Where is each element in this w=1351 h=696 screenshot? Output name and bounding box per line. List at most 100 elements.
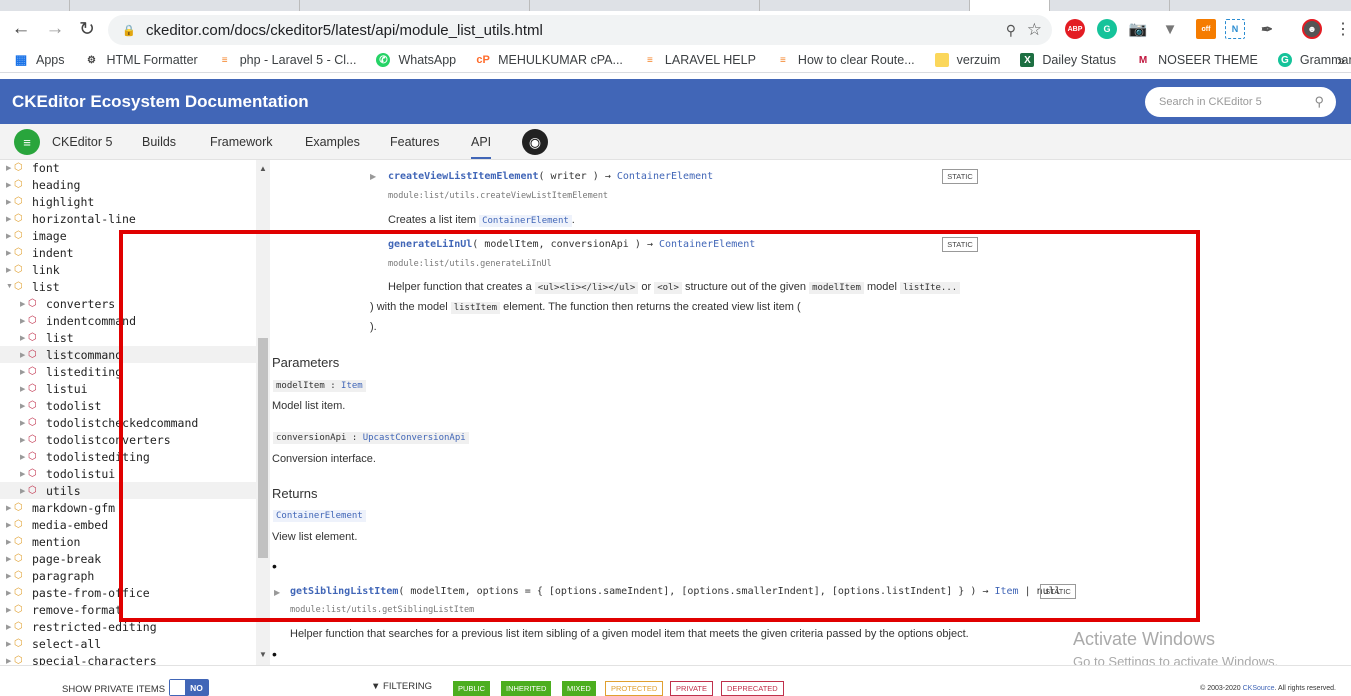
reload-icon[interactable]: ↻ xyxy=(74,16,100,42)
bookmark-clear-route[interactable]: ≡ How to clear Route... xyxy=(776,53,915,67)
vue-devtools-icon[interactable]: ▼ xyxy=(1160,19,1180,39)
expand-icon[interactable]: ▶ xyxy=(6,640,14,648)
sidebar-item[interactable]: ▶ ⬡ remove-format xyxy=(0,601,256,618)
search-icon[interactable]: ⚲ xyxy=(1314,94,1324,110)
expand-icon[interactable]: ▶ xyxy=(6,521,14,529)
browser-tab[interactable] xyxy=(70,0,300,11)
expand-icon[interactable]: ▶ xyxy=(20,317,28,325)
scroll-up-icon[interactable]: ▲ xyxy=(259,164,267,173)
bookmark-stackoverflow[interactable]: ≡ php - Laravel 5 - Cl... xyxy=(218,53,357,67)
filter-badge-mixed[interactable]: MIXED xyxy=(562,681,596,696)
cksource-link[interactable]: CKSource xyxy=(1243,685,1275,692)
sidebar-item[interactable]: ▶ ⬡ utils xyxy=(0,482,256,499)
browser-tab[interactable] xyxy=(0,0,70,11)
expand-icon[interactable]: ▶ xyxy=(6,181,14,189)
expand-icon[interactable]: ▶ xyxy=(20,419,28,427)
extension-badge-icon[interactable]: off xyxy=(1196,19,1216,39)
nav-framework[interactable]: Framework xyxy=(210,135,273,149)
sidebar-item[interactable]: ▶ ⬡ markdown-gfm xyxy=(0,499,256,516)
return-type-link[interactable]: Item xyxy=(994,586,1018,597)
expand-icon[interactable]: ▶ xyxy=(6,215,14,223)
expand-icon[interactable]: ▶ xyxy=(20,351,28,359)
sidebar-item[interactable]: ▶ ⬡ paragraph xyxy=(0,567,256,584)
sidebar-item[interactable]: ▶ ⬡ image xyxy=(0,227,256,244)
sidebar-item[interactable]: ▶ ⬡ horizontal-line xyxy=(0,210,256,227)
expand-icon[interactable]: ▶ xyxy=(20,368,28,376)
search-input[interactable]: Search in CKEditor 5 ⚲ xyxy=(1145,87,1336,117)
nav-builds[interactable]: Builds xyxy=(142,135,176,149)
forward-icon[interactable]: → xyxy=(42,16,68,42)
bookmark-noseer-theme[interactable]: M NOSEER THEME xyxy=(1136,53,1258,67)
sidebar-item[interactable]: ▶ ⬡ todolistconverters xyxy=(0,431,256,448)
filter-badge-protected[interactable]: PROTECTED xyxy=(605,681,664,696)
browser-tab[interactable] xyxy=(300,0,530,11)
expand-icon[interactable]: ▶ xyxy=(20,334,28,342)
sidebar-item[interactable]: ▶ ⬡ highlight xyxy=(0,193,256,210)
container-element-link[interactable]: ContainerElement xyxy=(479,215,572,227)
expand-icon[interactable]: ▶ xyxy=(6,623,14,631)
browser-tab[interactable] xyxy=(530,0,760,11)
filter-badge-private[interactable]: PRIVATE xyxy=(670,681,713,696)
bookmark-apps[interactable]: ▦ Apps xyxy=(14,52,65,67)
sidebar-item[interactable]: ▶ ⬡ paste-from-office xyxy=(0,584,256,601)
sidebar-item[interactable]: ▶ ⬡ todolist xyxy=(0,397,256,414)
address-bar[interactable]: 🔒 ckeditor.com/docs/ckeditor5/latest/api… xyxy=(108,15,1052,45)
sidebar-item[interactable]: ▶ ⬡ select-all xyxy=(0,635,256,652)
expand-icon[interactable]: ▶ xyxy=(6,249,14,257)
adblock-icon[interactable]: ABP xyxy=(1065,19,1085,39)
nav-api[interactable]: API xyxy=(471,135,492,159)
param-type-link[interactable]: Item xyxy=(341,381,363,391)
nav-examples[interactable]: Examples xyxy=(305,135,360,149)
sidebar-item[interactable]: ▶ ⬡ heading xyxy=(0,176,256,193)
expand-icon[interactable]: ▶ xyxy=(370,172,376,181)
sidebar-item[interactable]: ▶ ⬡ listediting xyxy=(0,363,256,380)
sidebar-item[interactable]: ▶ ⬡ indentcommand xyxy=(0,312,256,329)
expand-icon[interactable]: ▶ xyxy=(6,606,14,614)
address-url[interactable]: ckeditor.com/docs/ckeditor5/latest/api/m… xyxy=(146,22,543,39)
bookmark-star-icon[interactable]: ☆ xyxy=(1027,20,1042,40)
browser-tab-active[interactable] xyxy=(970,0,1050,11)
sidebar-item[interactable]: ▶ ⬡ listui xyxy=(0,380,256,397)
menu-icon[interactable]: ⋮ xyxy=(1330,16,1351,42)
filter-badge-deprecated[interactable]: DEPRECATED xyxy=(721,681,784,696)
grammarly-icon[interactable]: G xyxy=(1097,19,1117,39)
back-icon[interactable]: ← xyxy=(8,16,34,42)
sidebar-item[interactable]: ▶ ⬡ converters xyxy=(0,295,256,312)
expand-icon[interactable]: ▶ xyxy=(6,266,14,274)
method-name[interactable]: createViewListItemElement xyxy=(388,171,539,182)
expand-icon[interactable]: ▶ xyxy=(20,470,28,478)
nav-features[interactable]: Features xyxy=(390,135,439,149)
ckeditor-logo-icon[interactable]: ≡ xyxy=(14,129,40,155)
sidebar-item[interactable]: ▶ ⬡ todolistcheckedcommand xyxy=(0,414,256,431)
sidebar-item[interactable]: ▼ ⬡ list xyxy=(0,278,256,295)
expand-icon[interactable]: ▶ xyxy=(6,504,14,512)
return-type-link[interactable]: ContainerElement xyxy=(617,171,713,182)
expand-icon[interactable]: ▶ xyxy=(6,572,14,580)
bookmark-verzuim[interactable]: verzuim xyxy=(934,53,1000,67)
sidebar-item[interactable]: ▶ ⬡ media-embed xyxy=(0,516,256,533)
expand-icon[interactable]: ▶ xyxy=(20,402,28,410)
return-type-link[interactable]: ContainerElement xyxy=(659,239,755,250)
nav-ckeditor5[interactable]: CKEditor 5 xyxy=(52,135,112,149)
sidebar-item[interactable]: ▶ ⬡ todolistediting xyxy=(0,448,256,465)
sidebar-scrollbar[interactable]: ▲ ▼ xyxy=(256,160,270,665)
bookmark-dailey-status[interactable]: X Dailey Status xyxy=(1020,53,1116,67)
return-type-link[interactable]: ContainerElement xyxy=(273,510,366,522)
search-icon[interactable]: ⚲ xyxy=(1006,22,1016,39)
expand-icon[interactable]: ▶ xyxy=(20,385,28,393)
expand-icon[interactable]: ▶ xyxy=(20,436,28,444)
method-name[interactable]: getSiblingListItem xyxy=(290,586,398,597)
bookmark-laravel-help[interactable]: ≡ LARAVEL HELP xyxy=(643,53,756,67)
sidebar-item[interactable]: ▶ ⬡ todolistui xyxy=(0,465,256,482)
expand-icon[interactable]: ▶ xyxy=(6,538,14,546)
collapse-icon[interactable]: ▼ xyxy=(6,283,14,290)
method-name[interactable]: generateLiInUl xyxy=(388,239,472,250)
eyedropper-icon[interactable]: ✒ xyxy=(1257,19,1277,39)
sidebar-item[interactable]: ▶ ⬡ special-characters xyxy=(0,652,256,666)
expand-icon[interactable]: ▶ xyxy=(20,300,28,308)
expand-icon[interactable]: ▶ xyxy=(20,487,28,495)
param-type-link[interactable]: UpcastConversionApi xyxy=(363,433,466,443)
expand-icon[interactable]: ▶ xyxy=(6,589,14,597)
sidebar-item[interactable]: ▶ ⬡ indent xyxy=(0,244,256,261)
sidebar-item[interactable]: ▶ ⬡ font xyxy=(0,160,256,176)
